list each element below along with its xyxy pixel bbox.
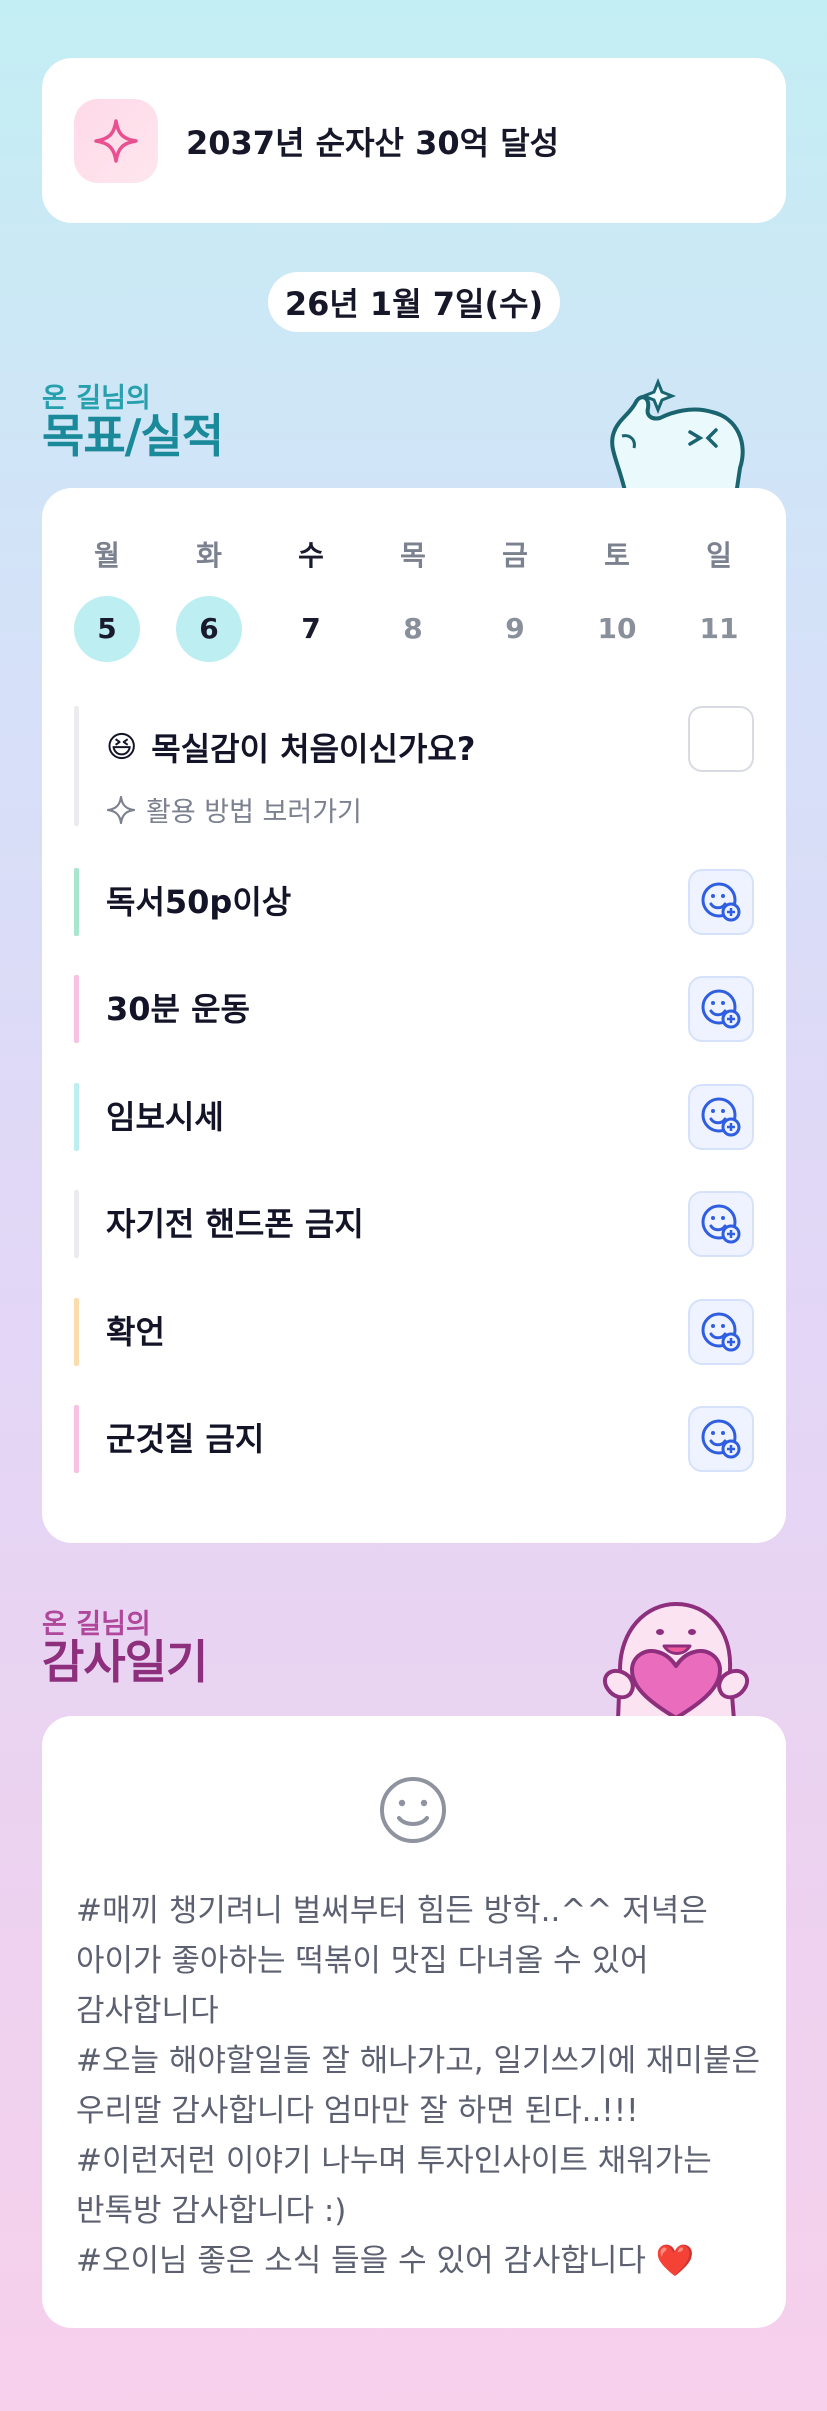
day-name: 토: [604, 539, 630, 572]
day-number: 5: [74, 596, 140, 662]
gratitude-journal-text: #매끼 챙기려니 벌써부터 힘든 방학..^^ 저녁은 아이가 좋아하는 떡볶이…: [76, 1893, 761, 2279]
day-number: 8: [403, 612, 423, 645]
day-name: 목: [400, 539, 426, 572]
task-emoji-add-button[interactable]: [688, 1084, 754, 1150]
smiley-icon: [380, 1777, 446, 1843]
day-sat[interactable]: 토 10: [584, 536, 650, 662]
task-color-bar: [74, 706, 79, 826]
day-wed[interactable]: 수 7: [278, 536, 344, 662]
day-name: 화: [196, 539, 222, 572]
how-to-use-link[interactable]: 활용 방법 보러가기: [106, 790, 362, 829]
task-title: 자기전 핸드폰 금지: [106, 1205, 364, 1243]
smiley-add-icon: [701, 1419, 741, 1459]
smiley-add-icon: [701, 1204, 741, 1244]
day-number: 10: [597, 612, 637, 645]
task-color-bar: [74, 868, 79, 936]
task-emoji-add-button[interactable]: [688, 1191, 754, 1257]
task-color-bar: [74, 1190, 79, 1258]
task-color-bar: [74, 975, 79, 1043]
day-name: 일: [706, 539, 732, 572]
smiley-add-icon: [701, 882, 741, 922]
task-title: 확언: [106, 1313, 165, 1351]
gratitude-section-title: 감사일기: [42, 1635, 208, 1689]
day-number: 9: [505, 612, 525, 645]
day-name: 수: [298, 539, 324, 572]
task-color-bar: [74, 1083, 79, 1151]
day-name: 월: [94, 539, 120, 572]
date-selector[interactable]: 26년 1월 7일(수): [268, 272, 560, 332]
task-title: 독서50p이상: [106, 883, 292, 921]
laughing-emoji-icon: 😆: [106, 729, 138, 765]
task-color-bar: [74, 1405, 79, 1473]
task-color-bar: [74, 1298, 79, 1366]
sparkle-icon: [74, 98, 158, 183]
intro-item: 😆 목실감이 처음이신가요? 활용 방법 보러가기: [74, 706, 754, 834]
goal-text: 2037년 순자산 30억 달성: [186, 123, 560, 162]
day-mon[interactable]: 월 5: [74, 536, 140, 662]
task-title: 군것질 금지: [106, 1420, 265, 1458]
intro-checkbox[interactable]: [688, 706, 754, 772]
task-emoji-add-button[interactable]: [688, 869, 754, 935]
day-number: 7: [301, 612, 321, 645]
mascot-heart-illustration: [603, 1602, 749, 1720]
goals-card: 월 5 화 6 수 7 목 8 금 9 토 10 일 11 �: [42, 488, 786, 1543]
gratitude-card[interactable]: #매끼 챙기려니 벌써부터 힘든 방학..^^ 저녁은 아이가 좋아하는 떡볶이…: [42, 1716, 786, 2328]
smiley-add-icon: [701, 989, 741, 1029]
day-number: 6: [176, 596, 242, 662]
intro-title: 😆 목실감이 처음이신가요?: [106, 724, 475, 770]
day-name: 금: [502, 539, 528, 572]
goals-section-title: 목표/실적: [42, 409, 224, 463]
task-title: 임보시세: [106, 1098, 224, 1136]
smiley-add-icon: [701, 1097, 741, 1137]
day-sun[interactable]: 일 11: [686, 536, 752, 662]
task-emoji-add-button[interactable]: [688, 1299, 754, 1365]
mascot-thumbs-up-illustration: [610, 377, 745, 490]
goal-card[interactable]: 2037년 순자산 30억 달성: [42, 58, 786, 223]
task-title: 30분 운동: [106, 990, 250, 1028]
task-emoji-add-button[interactable]: [688, 1406, 754, 1472]
sparkle-outline-icon: [106, 795, 136, 824]
day-number: 11: [699, 612, 739, 645]
day-thu[interactable]: 목 8: [380, 536, 446, 662]
smiley-add-icon: [701, 1312, 741, 1352]
how-to-use-link-text: 활용 방법 보러가기: [146, 797, 362, 828]
intro-title-text: 목실감이 처음이신가요?: [151, 730, 476, 768]
day-tue[interactable]: 화 6: [176, 536, 242, 662]
task-emoji-add-button[interactable]: [688, 976, 754, 1042]
day-fri[interactable]: 금 9: [482, 536, 548, 662]
